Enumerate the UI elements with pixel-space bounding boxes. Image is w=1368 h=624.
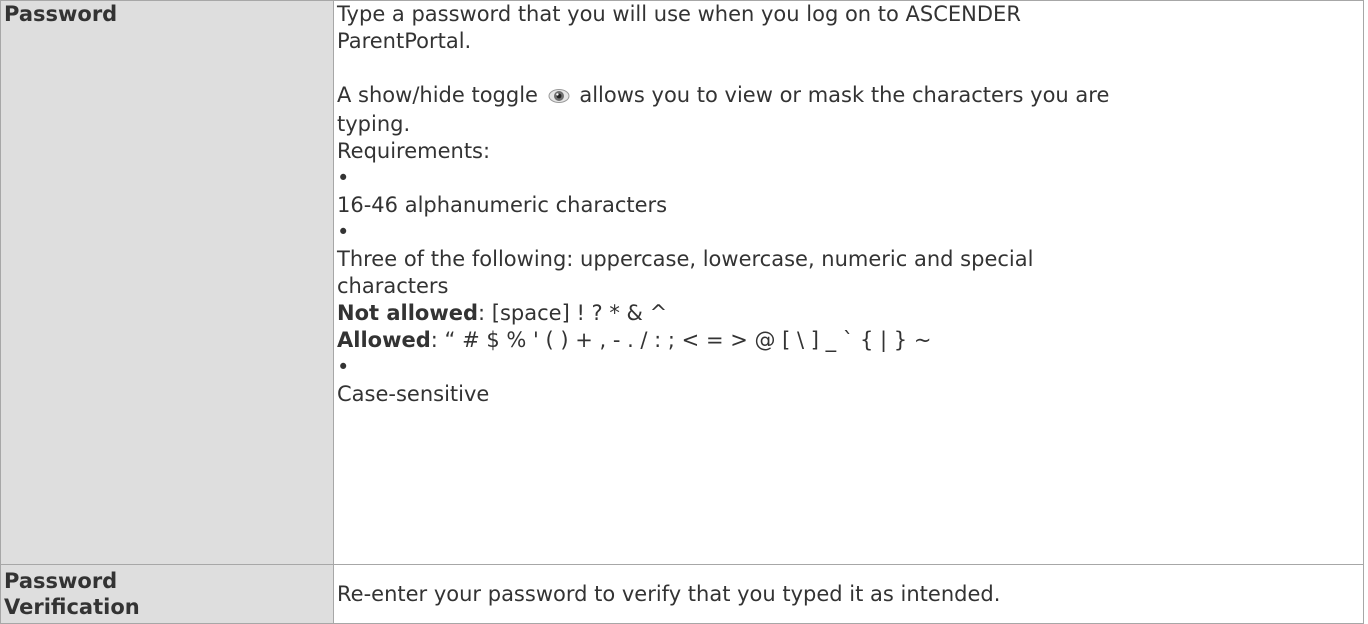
- requirement-case-sensitive: Case-sensitive: [337, 382, 490, 406]
- not-allowed-chars: : [space] ! ? * & ^: [478, 301, 668, 325]
- bullet-1: •: [337, 166, 350, 190]
- field-label-line1: Password: [4, 569, 118, 593]
- eye-icon: [548, 84, 570, 111]
- bullet-3: •: [337, 355, 350, 379]
- field-label-password-verification: Password Verification: [0, 564, 334, 624]
- table-row-password: Password Type a password that you will u…: [0, 0, 1364, 565]
- field-description-password-verification: Re-enter your password to verify that yo…: [333, 564, 1364, 624]
- verification-description: Re-enter your password to verify that yo…: [337, 581, 1001, 606]
- intro-line-2: ParentPortal.: [337, 29, 472, 53]
- field-description-password: Type a password that you will use when y…: [333, 0, 1364, 565]
- table-row-password-verification: Password Verification Re-enter your pass…: [0, 564, 1364, 624]
- bullet-2: •: [337, 220, 350, 244]
- not-allowed-label: Not allowed: [337, 301, 479, 325]
- toggle-description: A show/hide toggle allows you to view or…: [337, 82, 1360, 111]
- field-label-line2: Verification: [4, 595, 140, 619]
- allowed-line: Allowed: “ # $ % ' ( ) + , - . / : ; < =…: [337, 327, 1360, 354]
- intro-line-1: Type a password that you will use when y…: [337, 2, 1021, 26]
- requirements-label: Requirements:: [337, 139, 491, 163]
- requirement-length: 16-46 alphanumeric characters: [337, 193, 668, 217]
- allowed-chars: : “ # $ % ' ( ) + , - . / : ; < = > @ [ …: [430, 328, 932, 352]
- toggle-text-after: allows you to view or mask the character…: [579, 83, 1110, 107]
- field-description-table: Password Type a password that you will u…: [0, 0, 1364, 624]
- toggle-text-after-2: typing.: [337, 112, 411, 136]
- field-label-text: Password: [4, 2, 118, 26]
- allowed-label: Allowed: [337, 328, 431, 352]
- requirement-character-types-line1: Three of the following: uppercase, lower…: [337, 247, 1034, 271]
- not-allowed-line: Not allowed: [space] ! ? * & ^: [337, 300, 1360, 327]
- toggle-text-before: A show/hide toggle: [337, 83, 538, 107]
- requirement-character-types-line2: characters: [337, 274, 449, 298]
- field-label-password: Password: [0, 0, 334, 565]
